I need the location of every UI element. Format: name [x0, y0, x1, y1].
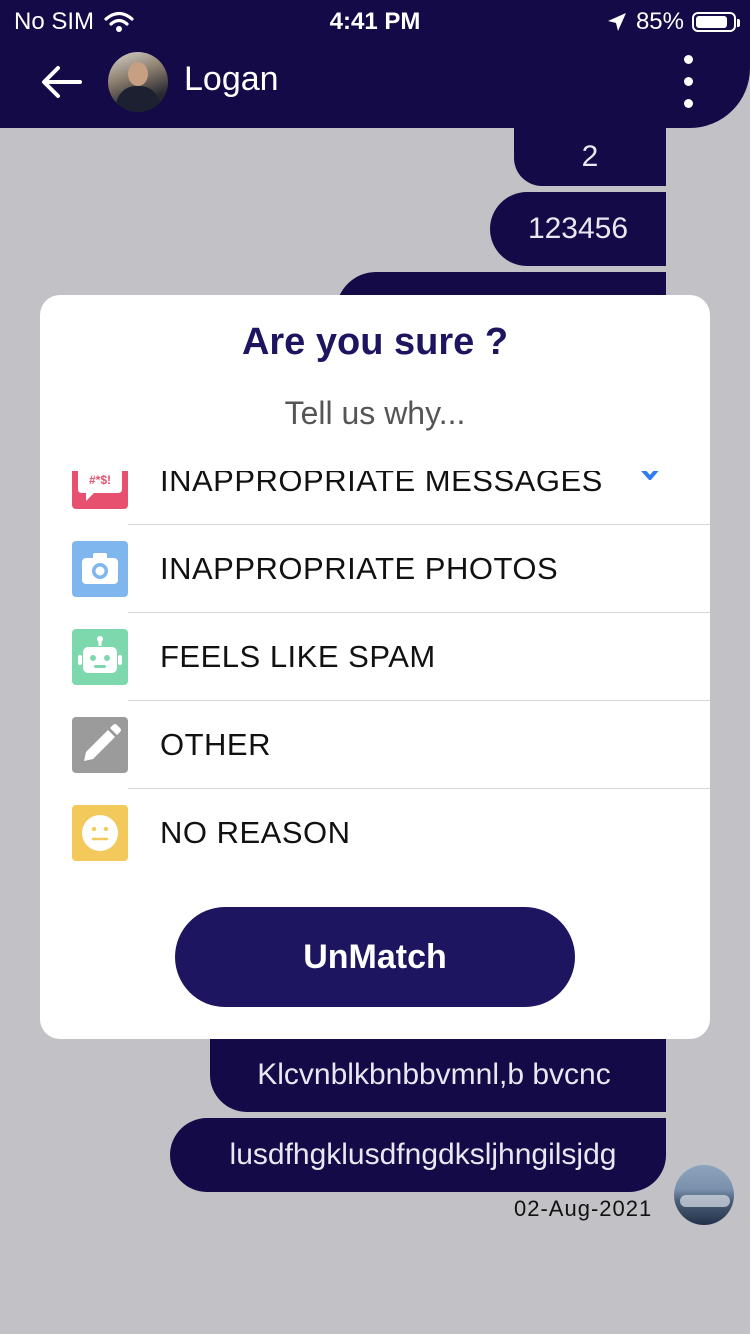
location-arrow-icon [607, 13, 626, 31]
reason-label: NO REASON [160, 815, 351, 850]
reason-no-reason[interactable]: NO REASON [40, 789, 710, 863]
pencil-icon [72, 717, 128, 773]
battery-icon [692, 12, 740, 32]
message-text: 123456 [527, 212, 629, 245]
user-avatar [674, 1165, 734, 1225]
svg-text:#*$!: #*$! [89, 473, 111, 487]
contact-name[interactable]: Logan [184, 60, 279, 99]
reason-feels-like-spam[interactable]: FEELS LIKE SPAM [40, 613, 710, 701]
reason-label: INAPPROPRIATE PHOTOS [160, 551, 559, 586]
message-bubble[interactable]: lusdfhgklusdfngdksljhngilsjdg [170, 1118, 666, 1192]
reason-inappropriate-photos[interactable]: INAPPROPRIATE PHOTOS [40, 525, 710, 613]
reason-label: FEELS LIKE SPAM [160, 639, 436, 674]
reason-inappropriate-messages[interactable]: #*$! INAPPROPRIATE MESSAGES [40, 471, 710, 525]
message-bubble[interactable]: 2 [514, 128, 666, 186]
back-arrow-icon[interactable] [40, 62, 84, 102]
battery-percent: 85% [635, 8, 684, 35]
reason-list[interactable]: #*$! INAPPROPRIATE MESSAGES INAPPROPRIAT… [40, 471, 710, 863]
contact-avatar[interactable] [108, 52, 168, 112]
message-bubble[interactable]: 123456 [490, 192, 666, 266]
unmatch-dialog: Are you sure ? Tell us why... #*$! INAPP… [40, 295, 710, 1039]
battery-level [696, 16, 727, 28]
camera-icon [72, 541, 128, 597]
dialog-title: Are you sure ? [241, 321, 509, 363]
message-text: 2 [581, 140, 599, 173]
neutral-face-icon [72, 805, 128, 861]
vertical-dots-icon[interactable] [676, 52, 700, 112]
unmatch-button[interactable]: UnMatch [175, 907, 575, 1007]
status-bar: No SIM 4:41 PM 85% [0, 0, 750, 40]
reason-label: INAPPROPRIATE MESSAGES [160, 471, 603, 498]
robot-icon [72, 629, 128, 685]
reason-label: OTHER [160, 727, 271, 762]
message-text: lusdfhgklusdfngdksljhngilsjdg [229, 1138, 617, 1171]
checkmark-icon [641, 471, 659, 480]
message-date: 02-Aug-2021 [514, 1196, 653, 1221]
dialog-subtitle: Tell us why... [284, 395, 466, 431]
message-bubble[interactable]: Klcvnblkbnbbvmnl,b bvcnc [210, 1038, 666, 1112]
speech-bubble-icon: #*$! [72, 471, 128, 509]
message-text: Klcvnblkbnbbvmnl,b bvcnc [257, 1058, 611, 1091]
reason-other[interactable]: OTHER [40, 701, 710, 789]
